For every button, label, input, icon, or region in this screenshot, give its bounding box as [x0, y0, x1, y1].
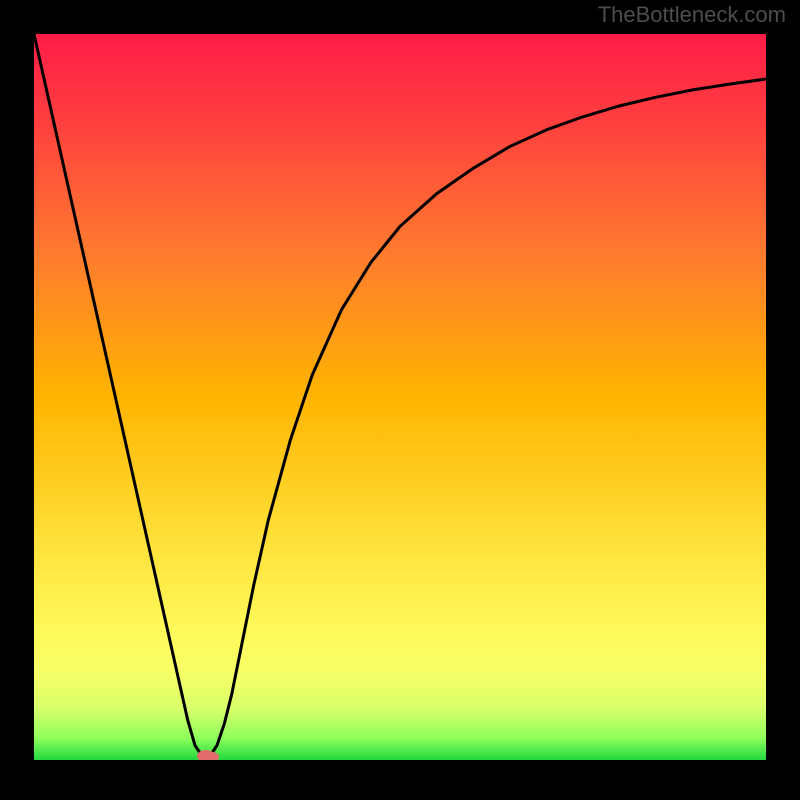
plot-background — [34, 34, 766, 760]
bottleneck-chart — [34, 34, 766, 760]
watermark-label: TheBottleneck.com — [598, 2, 786, 28]
chart-frame: TheBottleneck.com — [0, 0, 800, 800]
